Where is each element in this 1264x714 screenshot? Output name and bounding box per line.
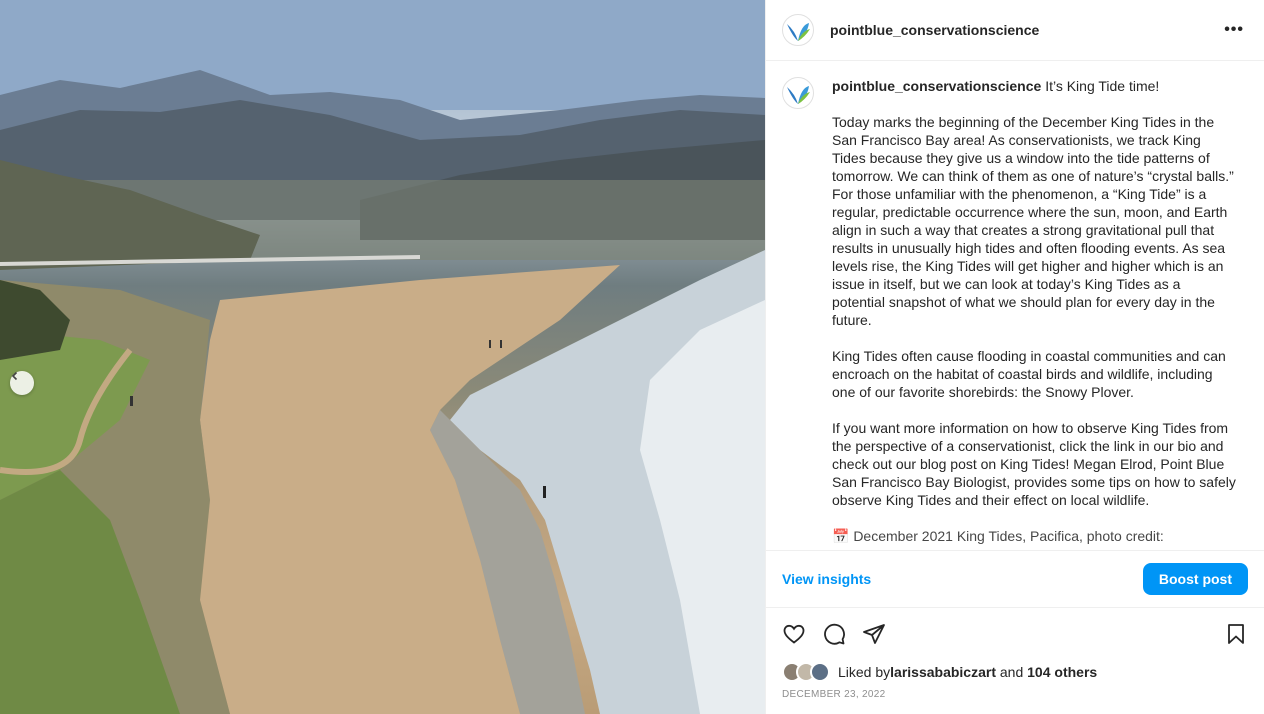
more-options-icon[interactable]: ••• — [1220, 17, 1248, 43]
caption-username[interactable]: pointblue_conservationscience — [832, 78, 1041, 94]
caption-avatar[interactable] — [782, 77, 814, 109]
post-photo — [0, 0, 765, 714]
likes-and: and — [996, 664, 1028, 680]
post-date[interactable]: DECEMBER 23, 2022 — [782, 689, 885, 700]
avatar — [810, 662, 830, 682]
beach-photo-illustration — [0, 0, 765, 714]
likes-others-link[interactable]: 104 others — [1027, 664, 1097, 680]
post-header: pointblue_conservationscience ••• — [766, 0, 1264, 61]
liker-avatars[interactable] — [782, 662, 830, 682]
caption-area: pointblue_conservationscience It’s King … — [766, 61, 1264, 550]
caption-text: pointblue_conservationscience It’s King … — [832, 77, 1237, 550]
comment-icon[interactable] — [822, 622, 846, 646]
likes-summary: Liked by larissababiczart and 104 others — [782, 662, 1097, 682]
boost-post-button[interactable]: Boost post — [1142, 563, 1248, 595]
liker-username[interactable]: larissababiczart — [890, 664, 996, 680]
view-insights-link[interactable]: View insights — [782, 571, 871, 587]
likes-prefix: Liked by — [838, 664, 891, 680]
heart-icon[interactable] — [782, 622, 806, 646]
caption-paragraph: King Tides often cause flooding in coast… — [832, 348, 1226, 400]
caption-title: It’s King Tide time! — [1045, 78, 1160, 94]
avatar[interactable] — [782, 14, 814, 46]
caption-row: pointblue_conservationscience It’s King … — [782, 77, 1248, 550]
carousel-prev-button[interactable] — [10, 371, 34, 395]
pointblue-logo-icon — [784, 16, 812, 44]
caption-paragraph: Today marks the beginning of the Decembe… — [832, 114, 1234, 328]
insights-bar: View insights Boost post — [766, 550, 1264, 608]
post-sidebar: pointblue_conservationscience ••• pointb… — [765, 0, 1264, 714]
header-username[interactable]: pointblue_conservationscience — [830, 22, 1039, 38]
caption-paragraph: If you want more information on how to o… — [832, 420, 1236, 508]
send-icon[interactable] — [862, 622, 886, 646]
bookmark-icon[interactable] — [1224, 622, 1248, 646]
post-actions — [782, 614, 1248, 654]
caption-partial-line: 📅 December 2021 King Tides, Pacifica, ph… — [832, 528, 1164, 544]
pointblue-logo-icon — [784, 79, 812, 107]
